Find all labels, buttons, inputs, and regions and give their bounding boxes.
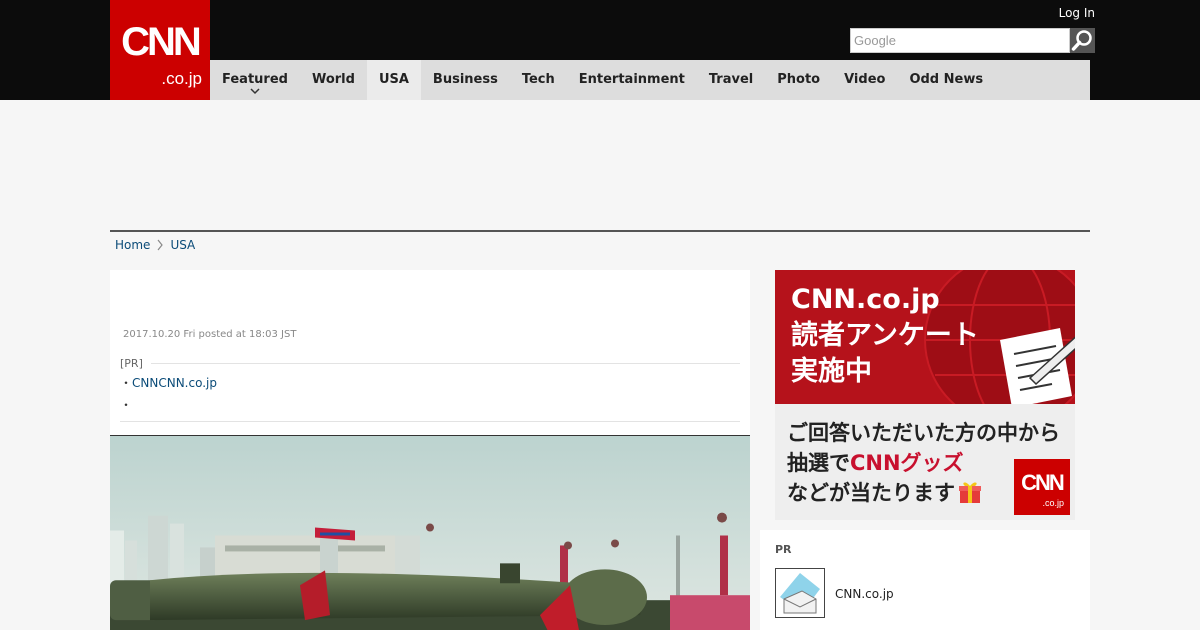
banner-title: CNN.co.jp 読者アンケート 実施中 xyxy=(791,282,979,390)
banner-text-line: ご回答いただいた方の中から xyxy=(787,421,1060,445)
logo-mark: CNN xyxy=(121,20,202,64)
article-card: 2017.10.20 Fri posted at 18:03 JST [PR] … xyxy=(110,270,750,630)
banner-highlight: CNNグッズ xyxy=(850,451,964,475)
mail-icon xyxy=(780,573,820,614)
nav-item-label: Featured xyxy=(222,72,288,87)
nav-item-label: World xyxy=(311,72,355,87)
breadcrumb-home[interactable]: Home xyxy=(115,238,150,252)
pr-links: [PR] ・CNNCNN.co.jp ・ xyxy=(120,357,740,422)
nav-item-video[interactable]: Video xyxy=(832,60,897,100)
banner-title-line: 実施中 xyxy=(791,356,872,387)
logo-sub: .co.jp xyxy=(1042,498,1064,508)
search-button[interactable] xyxy=(1070,28,1095,53)
pr-link[interactable]: CNN.co.jp xyxy=(835,587,894,601)
article-photo xyxy=(110,435,750,630)
survey-banner[interactable]: CNN.co.jp 読者アンケート 実施中 ご回答いただいた方の中から 抽選でC… xyxy=(775,270,1075,520)
gift-icon xyxy=(959,482,981,503)
nav-item-label: Entertainment xyxy=(578,72,685,87)
nav-item-featured[interactable]: Featured xyxy=(210,60,300,100)
nav-item-label: Odd News xyxy=(909,72,984,87)
breadcrumb-usa[interactable]: USA xyxy=(170,238,195,252)
nav-item-tech[interactable]: Tech xyxy=(510,60,567,100)
nav-item-label: Business xyxy=(432,72,498,87)
search-input[interactable] xyxy=(851,29,1069,52)
post-date: 2017.10.20 Fri posted at 18:03 JST xyxy=(123,329,297,340)
nav-item-travel[interactable]: Travel xyxy=(697,60,765,100)
banner-top: CNN.co.jp 読者アンケート 実施中 xyxy=(775,270,1075,408)
pr-label: [PR] xyxy=(120,357,740,370)
chevron-down-icon xyxy=(250,88,260,95)
search-icon xyxy=(1071,30,1092,51)
nav-item-world[interactable]: World xyxy=(300,60,367,100)
cnn-logo[interactable]: CNN .co.jp xyxy=(110,0,210,100)
nav-item-entertainment[interactable]: Entertainment xyxy=(567,60,697,100)
sidebar-pr: PR CNN.co.jp xyxy=(760,530,1090,630)
main-nav: Featured World USA Business Tech Enterta… xyxy=(210,60,1090,100)
nav-item-odd-news[interactable]: Odd News xyxy=(897,60,995,100)
nav-item-business[interactable]: Business xyxy=(421,60,510,100)
pr-link[interactable]: CNNCNN.co.jp xyxy=(132,376,217,390)
nav-item-label: Video xyxy=(844,72,886,87)
search-field[interactable] xyxy=(850,28,1070,53)
cnn-logo-small: CNN .co.jp xyxy=(1014,459,1070,515)
chevron-right-icon xyxy=(157,239,164,251)
banner-bottom: ご回答いただいた方の中から 抽選でCNNグッズ などが当たります CNN .co… xyxy=(775,404,1075,520)
nav-item-usa[interactable]: USA xyxy=(366,60,421,100)
banner-title-line: 読者アンケート xyxy=(791,320,979,351)
nav-item-label: USA xyxy=(378,72,409,87)
nav-item-label: Tech xyxy=(521,72,555,87)
list-item: ・ xyxy=(120,398,133,412)
pr-list: ・CNNCNN.co.jp ・ xyxy=(120,374,740,418)
banner-title-line: CNN.co.jp xyxy=(791,284,940,315)
logo-sub: .co.jp xyxy=(161,69,202,88)
nav-item-label: Travel xyxy=(708,72,754,87)
login-link[interactable]: Log In xyxy=(1059,6,1095,20)
pr-label-text: [PR] xyxy=(120,357,143,370)
pr-thumbnail[interactable] xyxy=(775,568,825,618)
list-item: ・CNNCNN.co.jp xyxy=(120,376,217,390)
logo-mark: CNN xyxy=(1021,470,1065,495)
document-icon xyxy=(1000,328,1075,408)
pr-label: PR xyxy=(775,543,792,556)
divider xyxy=(110,230,1090,232)
nav-item-label: Photo xyxy=(777,72,821,87)
breadcrumb: Home USA xyxy=(115,238,195,252)
nav-item-photo[interactable]: Photo xyxy=(765,60,832,100)
